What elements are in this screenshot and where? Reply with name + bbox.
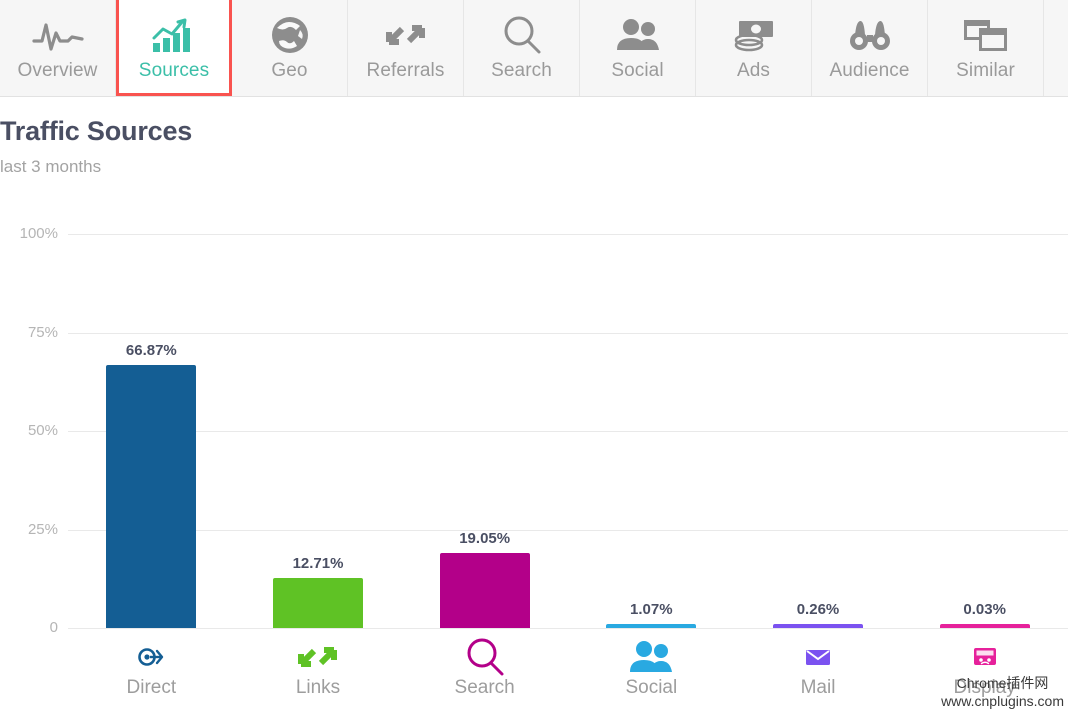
chart-bar-value-label: 19.05%	[459, 529, 511, 547]
tab-sources[interactable]: Sources	[116, 0, 232, 96]
watermark-line-1: Chrome插件网	[956, 675, 1049, 691]
chart-y-axis-tick: 75%	[27, 323, 58, 341]
chart-gridline	[68, 529, 1068, 531]
bar-chart-growth-icon	[151, 13, 197, 57]
page-subtitle: last 3 months	[0, 157, 102, 176]
chart-gridline	[68, 234, 1068, 235]
tab-apps[interactable]: Apps	[1044, 0, 1068, 96]
magnifier-icon	[501, 13, 543, 57]
two-arrows-icon	[381, 13, 431, 57]
tab-audience[interactable]: Audience	[812, 0, 928, 96]
chart-category-links[interactable]: Links	[233, 646, 403, 697]
chart-bar[interactable]	[606, 623, 697, 628]
tab-label: Referrals	[366, 60, 445, 81]
main-tab-bar: Overview Sources Geo Referrals Search Social A…	[0, 0, 1068, 97]
tab-social[interactable]: Social	[580, 0, 696, 96]
chart-category-label: Social	[625, 677, 678, 698]
tab-label: Ads	[736, 60, 771, 81]
chart-bar[interactable]	[939, 624, 1030, 628]
tab-label: Similar	[956, 60, 1015, 81]
traffic-sources-chart: 100% 75% 50% 25% 0 66.87% 12.71% 19.05% 1.07% 0.2…	[0, 210, 1068, 714]
watermark-line-2: www.cnplugins.com	[941, 692, 1064, 709]
page-heading: Traffic Sources last 3 months	[0, 116, 1068, 176]
chart-category-label: Direct	[126, 677, 177, 698]
watermark: Chrome插件网 www.cnplugins.com	[941, 675, 1064, 710]
tab-search[interactable]: Search	[464, 0, 580, 96]
chart-category-label: Mail	[800, 677, 836, 698]
windows-stack-icon	[962, 13, 1010, 57]
chart-category-label: Search	[454, 677, 515, 698]
chart-bar-value-label: 66.87%	[125, 341, 177, 359]
money-stack-icon	[731, 13, 777, 57]
chart-bar[interactable]	[773, 624, 863, 628]
two-people-icon	[614, 13, 662, 57]
globe-icon	[269, 13, 311, 57]
chart-gridline	[68, 431, 1068, 432]
chart-bar-value-label: 12.71%	[292, 554, 344, 572]
tab-similar[interactable]: Similar	[928, 0, 1044, 96]
tab-label: Geo	[271, 60, 308, 81]
display-banner-icon	[900, 646, 1068, 668]
tab-ads[interactable]: Ads	[696, 0, 812, 96]
chart-bar[interactable]	[106, 364, 197, 628]
chart-bar-value-label: 1.07%	[630, 600, 673, 618]
tab-label: Audience	[829, 60, 910, 81]
tab-overview[interactable]: Overview	[0, 0, 116, 96]
chart-category-label: Links	[295, 677, 341, 698]
target-arrow-icon	[66, 646, 236, 668]
two-arrows-icon	[233, 646, 403, 668]
tab-referrals[interactable]: Referrals	[348, 0, 464, 96]
chart-gridline	[68, 332, 1068, 334]
magnifier-icon	[400, 638, 570, 676]
tab-label: Social	[611, 60, 664, 81]
binoculars-icon	[846, 13, 894, 57]
chart-y-axis-tick: 100%	[19, 225, 58, 242]
tab-geo[interactable]: Geo	[232, 0, 348, 96]
chart-y-axis-tick: 50%	[27, 422, 58, 439]
chart-bar-value-label: 0.03%	[963, 601, 1006, 618]
chart-bar-value-label: 0.26%	[796, 601, 840, 618]
tab-label: Search	[491, 60, 552, 81]
chart-bar[interactable]	[273, 577, 363, 628]
pulse-icon	[31, 13, 84, 57]
chart-bar[interactable]	[439, 552, 530, 628]
tab-label: Overview	[17, 60, 98, 81]
chart-category-mail[interactable]: Mail	[733, 646, 903, 697]
chart-y-axis-tick: 25%	[27, 520, 58, 538]
tab-label: Sources	[138, 60, 210, 81]
page-title: Traffic Sources	[0, 116, 193, 146]
chart-category-direct[interactable]: Direct	[66, 646, 236, 697]
two-people-icon	[566, 641, 736, 672]
chart-category-axis: Direct Links Search Social Mail Display	[0, 630, 1068, 714]
chart-plot-area: 100% 75% 50% 25% 0 66.87% 12.71% 19.05% 1.07% 0.2…	[0, 210, 1068, 635]
chart-category-search[interactable]: Search	[400, 638, 570, 698]
chart-category-social[interactable]: Social	[566, 641, 736, 698]
chart-gridline	[68, 628, 1068, 629]
envelope-icon	[733, 646, 903, 668]
